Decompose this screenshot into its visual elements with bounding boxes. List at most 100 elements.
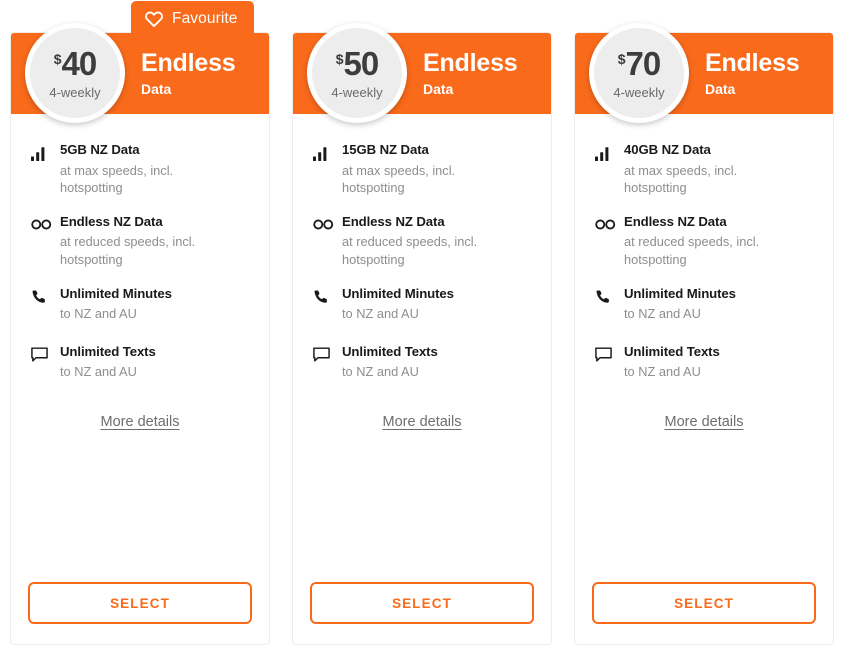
price-bubble: $ 50 4-weekly (307, 23, 407, 123)
feature-description: at max speeds, incl. hotspotting (624, 162, 784, 197)
feature-text: Unlimited Minutes to NZ and AU (57, 286, 172, 323)
feature-description: at max speeds, incl. hotspotting (342, 162, 502, 197)
price-amount: 50 (344, 47, 379, 80)
feature-title: Unlimited Minutes (342, 286, 454, 303)
select-button[interactable]: SELECT (592, 582, 816, 624)
feature-title: Unlimited Texts (342, 344, 438, 361)
feature-description: to NZ and AU (624, 363, 720, 381)
price-period: 4-weekly (49, 85, 100, 100)
more-details-link[interactable]: More details (101, 414, 180, 430)
plan-title: Endless (141, 51, 235, 76)
price-row: $ 40 (54, 47, 97, 80)
feature-item: Unlimited Texts to NZ and AU (313, 344, 531, 381)
phone-icon (595, 287, 621, 307)
chat-bubble-icon (595, 345, 621, 365)
feature-item: Unlimited Minutes to NZ and AU (313, 286, 531, 323)
select-button[interactable]: SELECT (28, 582, 252, 624)
feature-text: Endless NZ Data at reduced speeds, incl. … (339, 214, 502, 269)
feature-item: Endless NZ Data at reduced speeds, incl. … (595, 214, 813, 269)
plan-subtitle: Data (423, 82, 517, 96)
feature-description: at max speeds, incl. hotspotting (60, 162, 220, 197)
feature-item: Endless NZ Data at reduced speeds, incl. … (31, 214, 249, 269)
favourite-badge: Favourite (131, 1, 254, 37)
plan-card-footer: SELECT (11, 582, 269, 644)
phone-icon (313, 287, 339, 307)
feature-description: to NZ and AU (624, 305, 736, 323)
price-bubble: $ 70 4-weekly (589, 23, 689, 123)
more-details-link[interactable]: More details (383, 414, 462, 430)
feature-text: Unlimited Texts to NZ and AU (339, 344, 438, 381)
feature-description: to NZ and AU (60, 305, 172, 323)
feature-title: 5GB NZ Data (60, 142, 220, 159)
plan-card[interactable]: $ 70 4-weekly Endless Data 40GB NZ Dataa… (574, 32, 834, 645)
feature-text: Endless NZ Data at reduced speeds, incl. … (57, 214, 220, 269)
more-details-wrap: More details (11, 414, 269, 430)
plan-card-header: $ 50 4-weekly Endless Data (293, 33, 551, 114)
feature-title: Endless NZ Data (342, 214, 502, 231)
plan-title: Endless (705, 51, 799, 76)
feature-description: to NZ and AU (342, 305, 454, 323)
feature-item: Unlimited Texts to NZ and AU (595, 344, 813, 381)
feature-item: Unlimited Minutes to NZ and AU (31, 286, 249, 323)
plan-header-text: Endless Data (423, 51, 517, 96)
plan-subtitle: Data (141, 82, 235, 96)
more-details-link[interactable]: More details (665, 414, 744, 430)
price-period: 4-weekly (613, 85, 664, 100)
feature-item: Unlimited Texts to NZ and AU (31, 344, 249, 381)
plan-title: Endless (423, 51, 517, 76)
feature-title: Unlimited Texts (624, 344, 720, 361)
price-currency: $ (618, 52, 626, 66)
feature-description: to NZ and AU (60, 363, 156, 381)
feature-text: Unlimited Texts to NZ and AU (621, 344, 720, 381)
feature-title: Endless NZ Data (624, 214, 784, 231)
feature-text: Endless NZ Data at reduced speeds, incl. … (621, 214, 784, 269)
plan-cards-grid: Favourite $ 40 4-weekly Endless Data 5GB… (0, 0, 849, 655)
feature-description: to NZ and AU (342, 363, 438, 381)
feature-description: at reduced speeds, incl. hotspotting (60, 233, 220, 268)
feature-text: Unlimited Minutes to NZ and AU (339, 286, 454, 323)
favourite-label: Favourite (172, 10, 238, 28)
infinity-icon (31, 215, 57, 235)
signal-bars-icon (595, 143, 621, 163)
plan-header-text: Endless Data (705, 51, 799, 96)
feature-text: 15GB NZ Dataat max speeds, incl. hotspot… (339, 142, 502, 197)
plan-header-text: Endless Data (141, 51, 235, 96)
heart-icon (144, 9, 164, 29)
price-row: $ 50 (336, 47, 379, 80)
feature-list: 40GB NZ Dataat max speeds, incl. hotspot… (575, 114, 833, 398)
feature-text: 40GB NZ Dataat max speeds, incl. hotspot… (621, 142, 784, 197)
feature-description: at reduced speeds, incl. hotspotting (624, 233, 784, 268)
price-currency: $ (336, 52, 344, 66)
plan-card-header: $ 40 4-weekly Endless Data (11, 33, 269, 114)
feature-item: Endless NZ Data at reduced speeds, incl. … (313, 214, 531, 269)
signal-bars-icon (313, 143, 339, 163)
price-row: $ 70 (618, 47, 661, 80)
infinity-icon (313, 215, 339, 235)
feature-item: Unlimited Minutes to NZ and AU (595, 286, 813, 323)
feature-text: 5GB NZ Data at max speeds, incl. hotspott… (57, 142, 220, 197)
feature-list: 5GB NZ Data at max speeds, incl. hotspott… (11, 114, 269, 398)
plan-card-header: $ 70 4-weekly Endless Data (575, 33, 833, 114)
price-currency: $ (54, 52, 62, 66)
feature-text: Unlimited Minutes to NZ and AU (621, 286, 736, 323)
feature-title: Unlimited Minutes (624, 286, 736, 303)
price-bubble: $ 40 4-weekly (25, 23, 125, 123)
select-button[interactable]: SELECT (310, 582, 534, 624)
feature-item: 40GB NZ Dataat max speeds, incl. hotspot… (595, 142, 813, 197)
more-details-wrap: More details (575, 414, 833, 430)
price-amount: 70 (626, 47, 661, 80)
feature-title: Endless NZ Data (60, 214, 220, 231)
feature-title: Unlimited Minutes (60, 286, 172, 303)
feature-description: at reduced speeds, incl. hotspotting (342, 233, 502, 268)
plan-subtitle: Data (705, 82, 799, 96)
signal-bars-icon (31, 143, 57, 163)
plan-card-footer: SELECT (293, 582, 551, 644)
feature-title: Unlimited Texts (60, 344, 156, 361)
more-details-wrap: More details (293, 414, 551, 430)
feature-item: 15GB NZ Dataat max speeds, incl. hotspot… (313, 142, 531, 197)
plan-card[interactable]: $ 50 4-weekly Endless Data 15GB NZ Dataa… (292, 32, 552, 645)
feature-list: 15GB NZ Dataat max speeds, incl. hotspot… (293, 114, 551, 398)
plan-card[interactable]: Favourite $ 40 4-weekly Endless Data 5GB… (10, 32, 270, 645)
price-period: 4-weekly (331, 85, 382, 100)
infinity-icon (595, 215, 621, 235)
